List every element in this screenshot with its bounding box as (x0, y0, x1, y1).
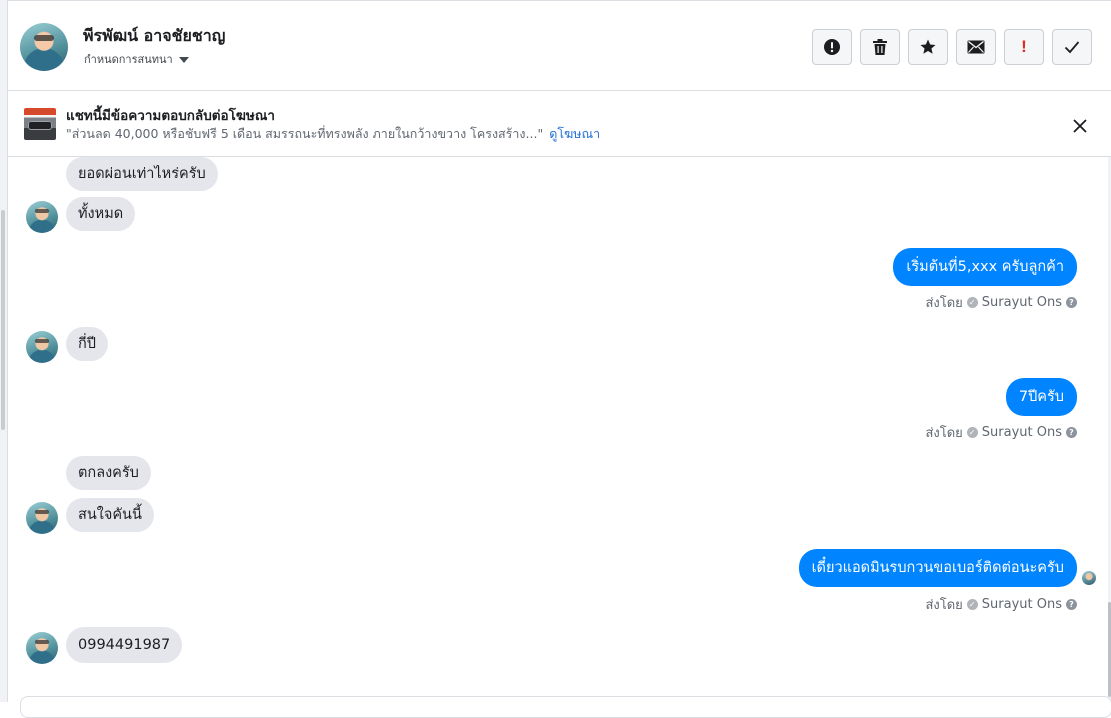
verified-icon: ✓ (966, 297, 978, 308)
delete-button[interactable] (860, 29, 900, 65)
message-outgoing[interactable]: เริ่มต้นที่5,xxx ครับลูกค้า (893, 248, 1077, 286)
exclamation-icon: ! (1021, 37, 1027, 56)
ad-reply-banner: แชทนี้มีข้อความตอบกลับต่อโฆษณา "ส่วนลด 4… (8, 91, 1111, 157)
sent-by-agent: Surayut Ons (981, 597, 1062, 612)
done-button[interactable] (1052, 29, 1092, 65)
close-icon[interactable] (1070, 116, 1090, 136)
left-scroll-strip (0, 0, 8, 702)
ad-quote: "ส่วนลด 40,000 หรือชับฟรี 5 เดือน สมรรถน… (66, 126, 544, 141)
mark-unread-button[interactable] (956, 29, 996, 65)
trash-icon (873, 39, 887, 55)
sent-by-prefix: ส่งโดย (925, 296, 963, 311)
message-incoming[interactable]: ตกลงครับ (66, 456, 151, 490)
ad-thumbnail[interactable] (24, 108, 56, 140)
message-composer[interactable] (20, 696, 1111, 718)
message-incoming[interactable]: 0994491987 (66, 627, 183, 663)
sent-by-label: ส่งโดย ✓ Surayut Ons ? (925, 422, 1077, 443)
star-icon (920, 39, 936, 54)
alert-circle-icon (824, 39, 840, 55)
ad-banner-body: "ส่วนลด 40,000 หรือชับฟรี 5 เดือน สมรรถน… (66, 124, 600, 144)
message-incoming[interactable]: สนใจคันนี้ (66, 498, 154, 532)
sent-by-prefix: ส่งโดย (925, 598, 963, 613)
conversation-status-label: กำหนดการสนทนา (84, 53, 173, 66)
sent-by-label: ส่งโดย ✓ Surayut Ons ? (925, 292, 1077, 313)
message-incoming[interactable]: ยอดผ่อนเท่าไหร่ครับ (66, 157, 218, 191)
help-icon[interactable]: ? (1066, 297, 1077, 308)
message-outgoing[interactable]: 7ปีครับ (1005, 378, 1077, 416)
help-icon[interactable]: ? (1066, 427, 1077, 438)
envelope-icon (967, 40, 985, 54)
sent-by-prefix: ส่งโดย (925, 426, 963, 441)
message-incoming[interactable]: กี่ปี (66, 327, 108, 361)
sent-by-label: ส่งโดย ✓ Surayut Ons ? (925, 594, 1077, 615)
header-actions: ! (812, 29, 1092, 65)
sent-by-agent: Surayut Ons (981, 425, 1062, 440)
sent-by-agent: Surayut Ons (981, 295, 1062, 310)
conversation-header: พีรพัฒน์ อาจชัยชาญ กำหนดการสนทนา ! (8, 0, 1111, 91)
contact-avatar-small[interactable] (26, 632, 58, 664)
checkmark-icon (1064, 41, 1080, 54)
star-button[interactable] (908, 29, 948, 65)
message-incoming[interactable]: ทั้งหมด (66, 197, 136, 231)
view-ad-link[interactable]: ดูโฆษณา (549, 126, 600, 141)
message-outgoing[interactable]: เดี๋ยวแอดมินรบกวนขอเบอร์ติดต่อนะครับ (798, 549, 1077, 587)
contact-avatar-small[interactable] (26, 201, 58, 233)
help-icon[interactable]: ? (1066, 599, 1077, 610)
caret-down-icon (178, 56, 189, 63)
left-scrollbar-thumb[interactable] (1, 210, 5, 430)
verified-icon: ✓ (966, 599, 978, 610)
contact-name[interactable]: พีรพัฒน์ อาจชัยชาญ (83, 24, 225, 49)
report-button[interactable] (812, 29, 852, 65)
seen-avatar (1082, 571, 1096, 585)
conversation-status-dropdown[interactable]: กำหนดการสนทนา (84, 50, 189, 68)
verified-icon: ✓ (966, 427, 978, 438)
contact-avatar-small[interactable] (26, 331, 58, 363)
ad-banner-title: แชทนี้มีข้อความตอบกลับต่อโฆษณา (66, 108, 275, 124)
spam-button[interactable]: ! (1004, 29, 1044, 65)
contact-avatar[interactable] (20, 23, 68, 71)
contact-avatar-small[interactable] (26, 502, 58, 534)
